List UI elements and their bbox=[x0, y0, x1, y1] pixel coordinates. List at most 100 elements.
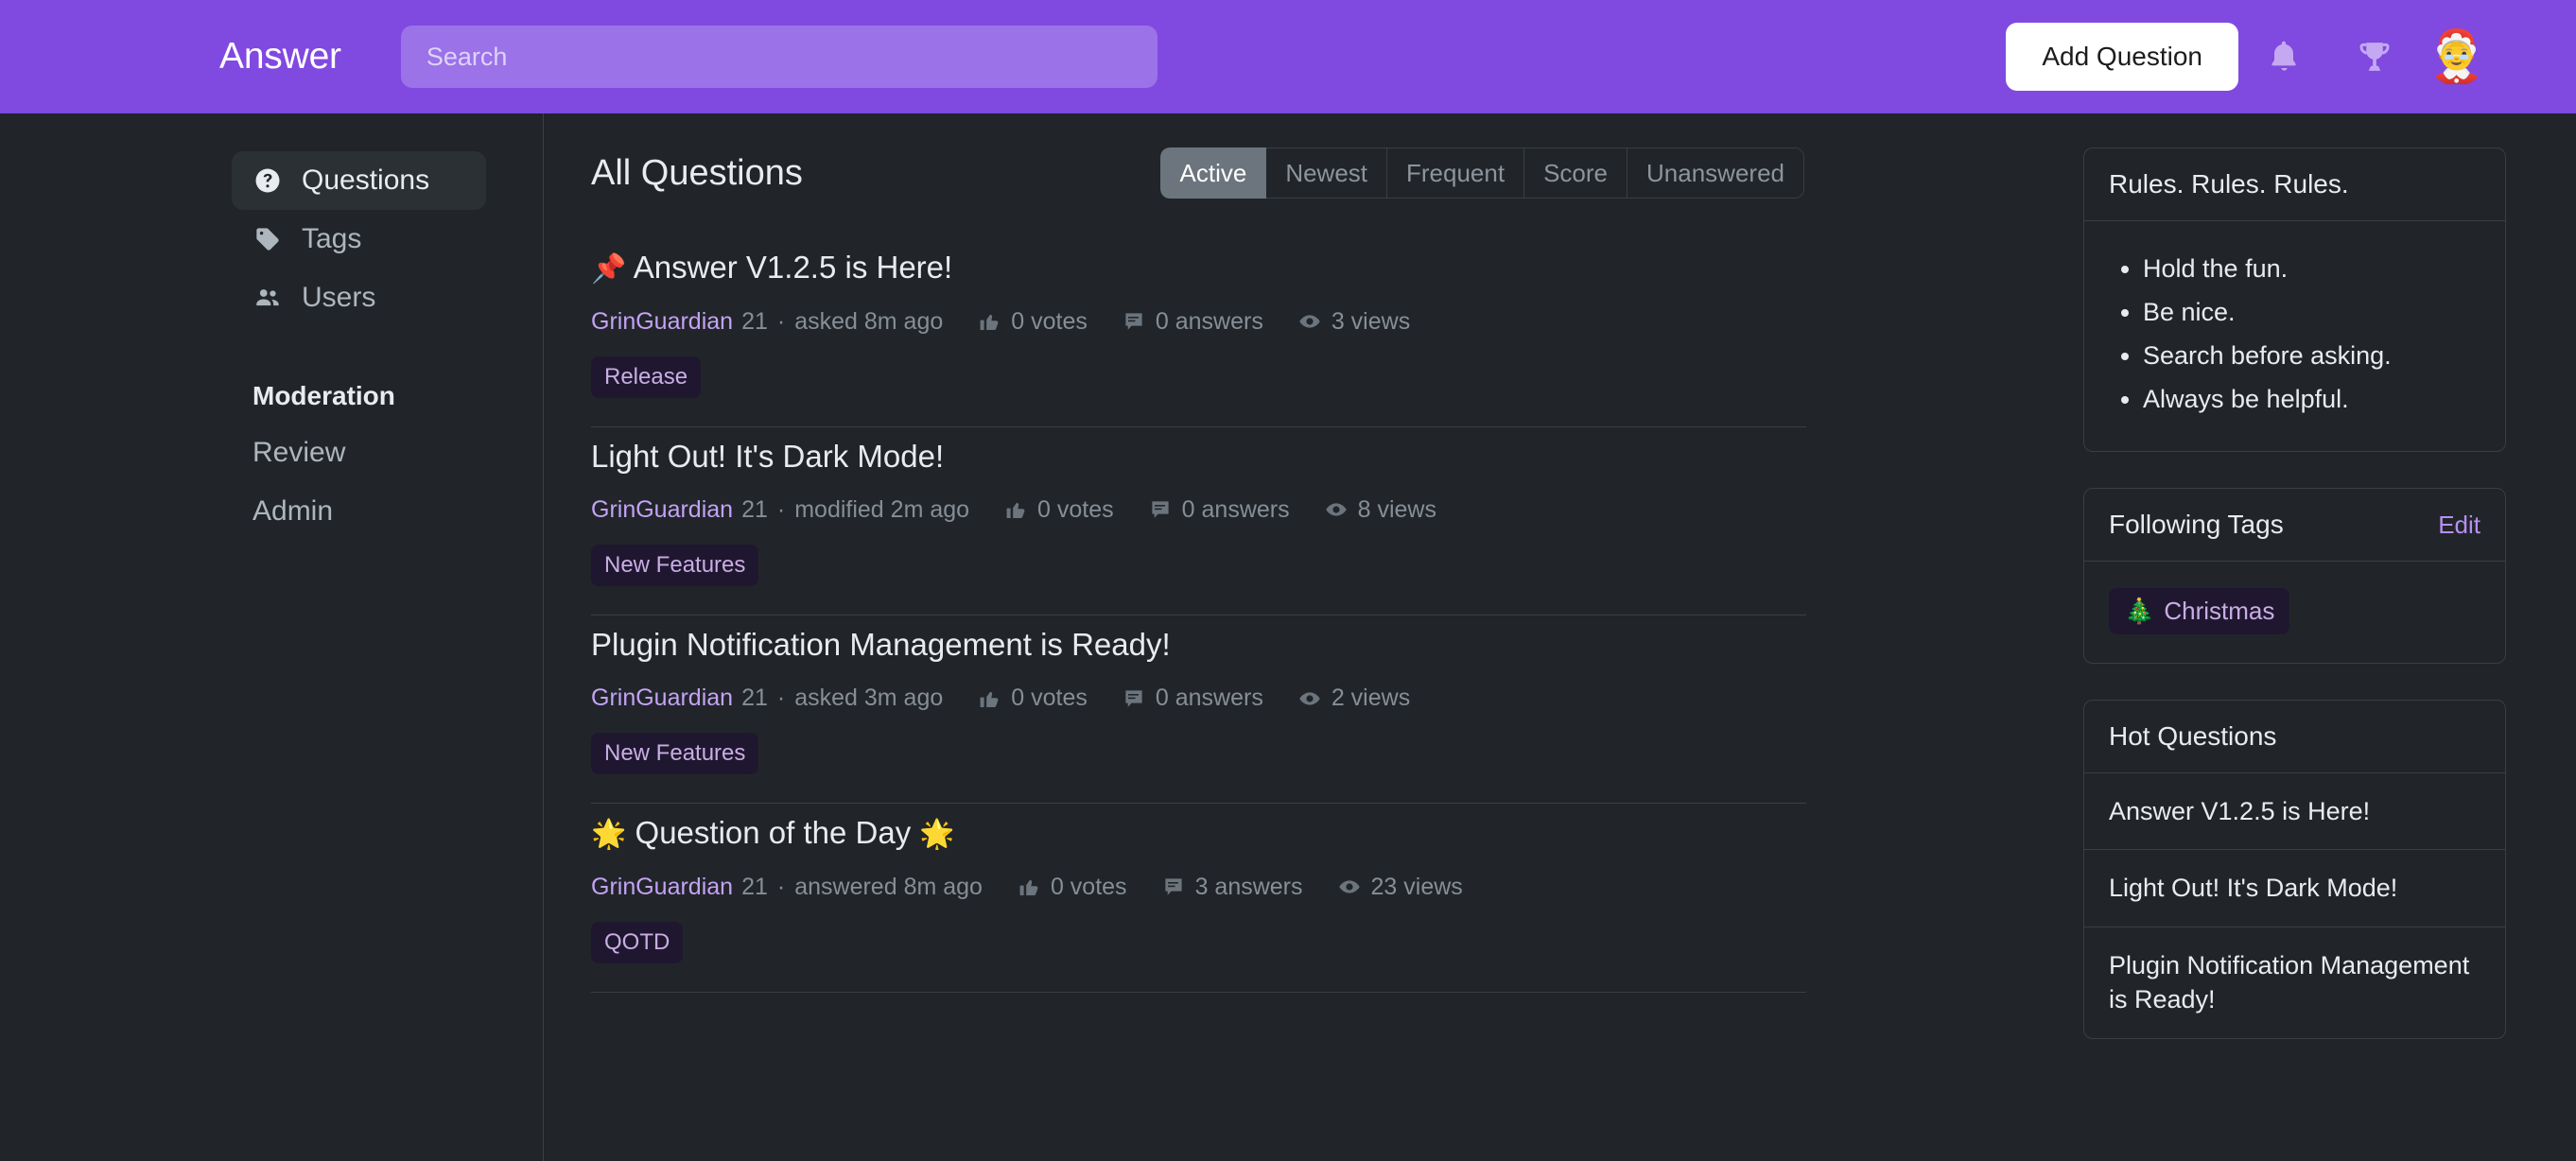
tag-chip[interactable]: New Features bbox=[591, 544, 759, 586]
comment-icon bbox=[1148, 497, 1173, 522]
meta-separator: · bbox=[776, 495, 786, 523]
hot-question-item[interactable]: Light Out! It's Dark Mode! bbox=[2084, 850, 2505, 927]
thumbs-up-icon bbox=[1003, 497, 1028, 522]
rules-list-item: Hold the fun. bbox=[2143, 254, 2480, 284]
rules-card-body: Hold the fun. Be nice. Search before ask… bbox=[2084, 221, 2505, 451]
pin-icon: 📌 bbox=[591, 253, 627, 285]
question-author-reputation: 21 bbox=[741, 873, 768, 900]
question-author-reputation: 21 bbox=[741, 307, 768, 335]
notifications-button[interactable] bbox=[2238, 23, 2329, 91]
tag-chip[interactable]: Release bbox=[591, 355, 702, 398]
right-sidebar: Rules. Rules. Rules. Hold the fun. Be ni… bbox=[2013, 113, 2576, 1161]
question-activity: answered 8m ago bbox=[794, 873, 983, 900]
tab-active[interactable]: Active bbox=[1159, 147, 1267, 199]
question-list-item: Light Out! It's Dark Mode! GrinGuardian … bbox=[591, 427, 1806, 615]
sidebar-item-tags[interactable]: Tags bbox=[232, 210, 486, 269]
question-list-item: Plugin Notification Management is Ready!… bbox=[591, 615, 1806, 804]
sidebar-item-admin[interactable]: Admin bbox=[252, 482, 543, 541]
hot-questions-title-text: Hot Questions bbox=[2109, 721, 2277, 751]
sidebar-item-review[interactable]: Review bbox=[252, 424, 543, 482]
comment-icon bbox=[1161, 875, 1186, 899]
tag-icon bbox=[252, 224, 283, 254]
rules-list-item: Search before asking. bbox=[2143, 341, 2480, 371]
question-author[interactable]: GrinGuardian bbox=[591, 496, 733, 524]
question-title[interactable]: 🌟 Question of the Day 🌟 bbox=[591, 813, 1806, 853]
app-brand-logo[interactable]: Answer bbox=[219, 36, 341, 78]
christmas-tree-icon: 🎄 bbox=[2124, 597, 2155, 625]
sidebar-item-questions[interactable]: Questions bbox=[232, 151, 486, 210]
bell-icon bbox=[2265, 36, 2303, 78]
following-tags-title-text: Following Tags bbox=[2109, 510, 2284, 539]
question-views-label: 2 views bbox=[1331, 684, 1411, 711]
question-votes: 0 votes bbox=[977, 684, 1088, 712]
question-votes: 0 votes bbox=[977, 308, 1088, 336]
tab-score[interactable]: Score bbox=[1524, 147, 1628, 199]
search-input[interactable] bbox=[400, 26, 1157, 88]
edit-following-tags-link[interactable]: Edit bbox=[2438, 511, 2480, 540]
users-icon bbox=[252, 283, 283, 313]
question-author-reputation: 21 bbox=[741, 495, 768, 523]
question-title[interactable]: Light Out! It's Dark Mode! bbox=[591, 437, 1806, 476]
tab-unanswered[interactable]: Unanswered bbox=[1627, 147, 1804, 199]
comment-icon bbox=[1122, 686, 1146, 711]
question-author[interactable]: GrinGuardian bbox=[591, 308, 733, 336]
tab-newest[interactable]: Newest bbox=[1266, 147, 1388, 199]
page-title: All Questions bbox=[591, 152, 803, 193]
question-votes: 0 votes bbox=[1017, 874, 1127, 901]
question-circle-icon bbox=[252, 165, 283, 196]
following-tags-card: Following Tags Edit 🎄 Christmas bbox=[2083, 488, 2506, 664]
avatar[interactable]: 🤶 bbox=[2428, 27, 2486, 86]
question-title-text: Question of the Day bbox=[635, 815, 912, 850]
eye-icon bbox=[1297, 686, 1322, 711]
sidebar-item-label: Questions bbox=[302, 165, 430, 196]
hot-question-item[interactable]: Answer V1.2.5 is Here! bbox=[2084, 773, 2505, 851]
star-icon: 🌟 bbox=[591, 819, 627, 850]
question-title-text: Light Out! It's Dark Mode! bbox=[591, 438, 945, 474]
question-title[interactable]: Plugin Notification Management is Ready! bbox=[591, 625, 1806, 664]
sort-tab-group: Active Newest Frequent Score Unanswered bbox=[1159, 147, 1804, 199]
question-activity: asked 3m ago bbox=[794, 684, 944, 711]
question-author-reputation: 21 bbox=[741, 684, 768, 711]
question-activity: asked 8m ago bbox=[794, 307, 944, 335]
hot-question-item[interactable]: Plugin Notification Management is Ready! bbox=[2084, 927, 2505, 1038]
following-tags-card-title: Following Tags Edit bbox=[2084, 489, 2505, 562]
rules-card: Rules. Rules. Rules. Hold the fun. Be ni… bbox=[2083, 147, 2506, 452]
question-title[interactable]: 📌 Answer V1.2.5 is Here! bbox=[591, 248, 1806, 287]
thumbs-up-icon bbox=[977, 686, 1001, 711]
eye-icon bbox=[1337, 875, 1362, 899]
trophy-icon bbox=[2355, 36, 2394, 78]
sidebar-item-users[interactable]: Users bbox=[232, 269, 486, 327]
hot-questions-card: Hot Questions Answer V1.2.5 is Here! Lig… bbox=[2083, 700, 2506, 1039]
question-views-label: 23 views bbox=[1370, 873, 1463, 900]
tag-chip[interactable]: 🎄 Christmas bbox=[2109, 588, 2290, 634]
sidebar-item-label: Tags bbox=[302, 223, 362, 254]
following-tags-card-body: 🎄 Christmas bbox=[2084, 562, 2505, 663]
search-container bbox=[400, 26, 1157, 88]
rules-list-item: Be nice. bbox=[2143, 298, 2480, 327]
header-actions: Add Question 🤶 bbox=[2006, 23, 2486, 91]
question-views: 3 views bbox=[1297, 308, 1410, 336]
question-answers: 0 answers bbox=[1122, 308, 1263, 336]
achievements-button[interactable] bbox=[2329, 23, 2420, 91]
question-author[interactable]: GrinGuardian bbox=[591, 874, 733, 901]
question-tags: New Features bbox=[591, 544, 1806, 586]
eye-icon bbox=[1324, 497, 1349, 522]
question-meta: GrinGuardian 21 · modified 2m ago 0 vote… bbox=[591, 496, 1806, 524]
tag-chip[interactable]: QOTD bbox=[591, 921, 684, 963]
sidebar-item-label: Users bbox=[302, 282, 376, 313]
rules-card-title: Rules. Rules. Rules. bbox=[2084, 148, 2505, 221]
question-author[interactable]: GrinGuardian bbox=[591, 684, 733, 712]
question-tags: New Features bbox=[591, 733, 1806, 774]
question-activity: modified 2m ago bbox=[794, 495, 970, 523]
question-answers-label: 0 answers bbox=[1155, 684, 1263, 711]
add-question-button[interactable]: Add Question bbox=[2006, 23, 2238, 91]
star-icon: 🌟 bbox=[919, 819, 955, 850]
rules-list: Hold the fun. Be nice. Search before ask… bbox=[2109, 254, 2480, 414]
tab-frequent[interactable]: Frequent bbox=[1387, 147, 1525, 199]
question-answers: 0 answers bbox=[1122, 684, 1263, 712]
question-answers-label: 0 answers bbox=[1155, 307, 1263, 335]
question-votes-label: 0 votes bbox=[1037, 495, 1114, 523]
tag-chip[interactable]: New Features bbox=[591, 733, 759, 774]
question-views-label: 8 views bbox=[1357, 495, 1436, 523]
question-views: 2 views bbox=[1297, 684, 1410, 712]
